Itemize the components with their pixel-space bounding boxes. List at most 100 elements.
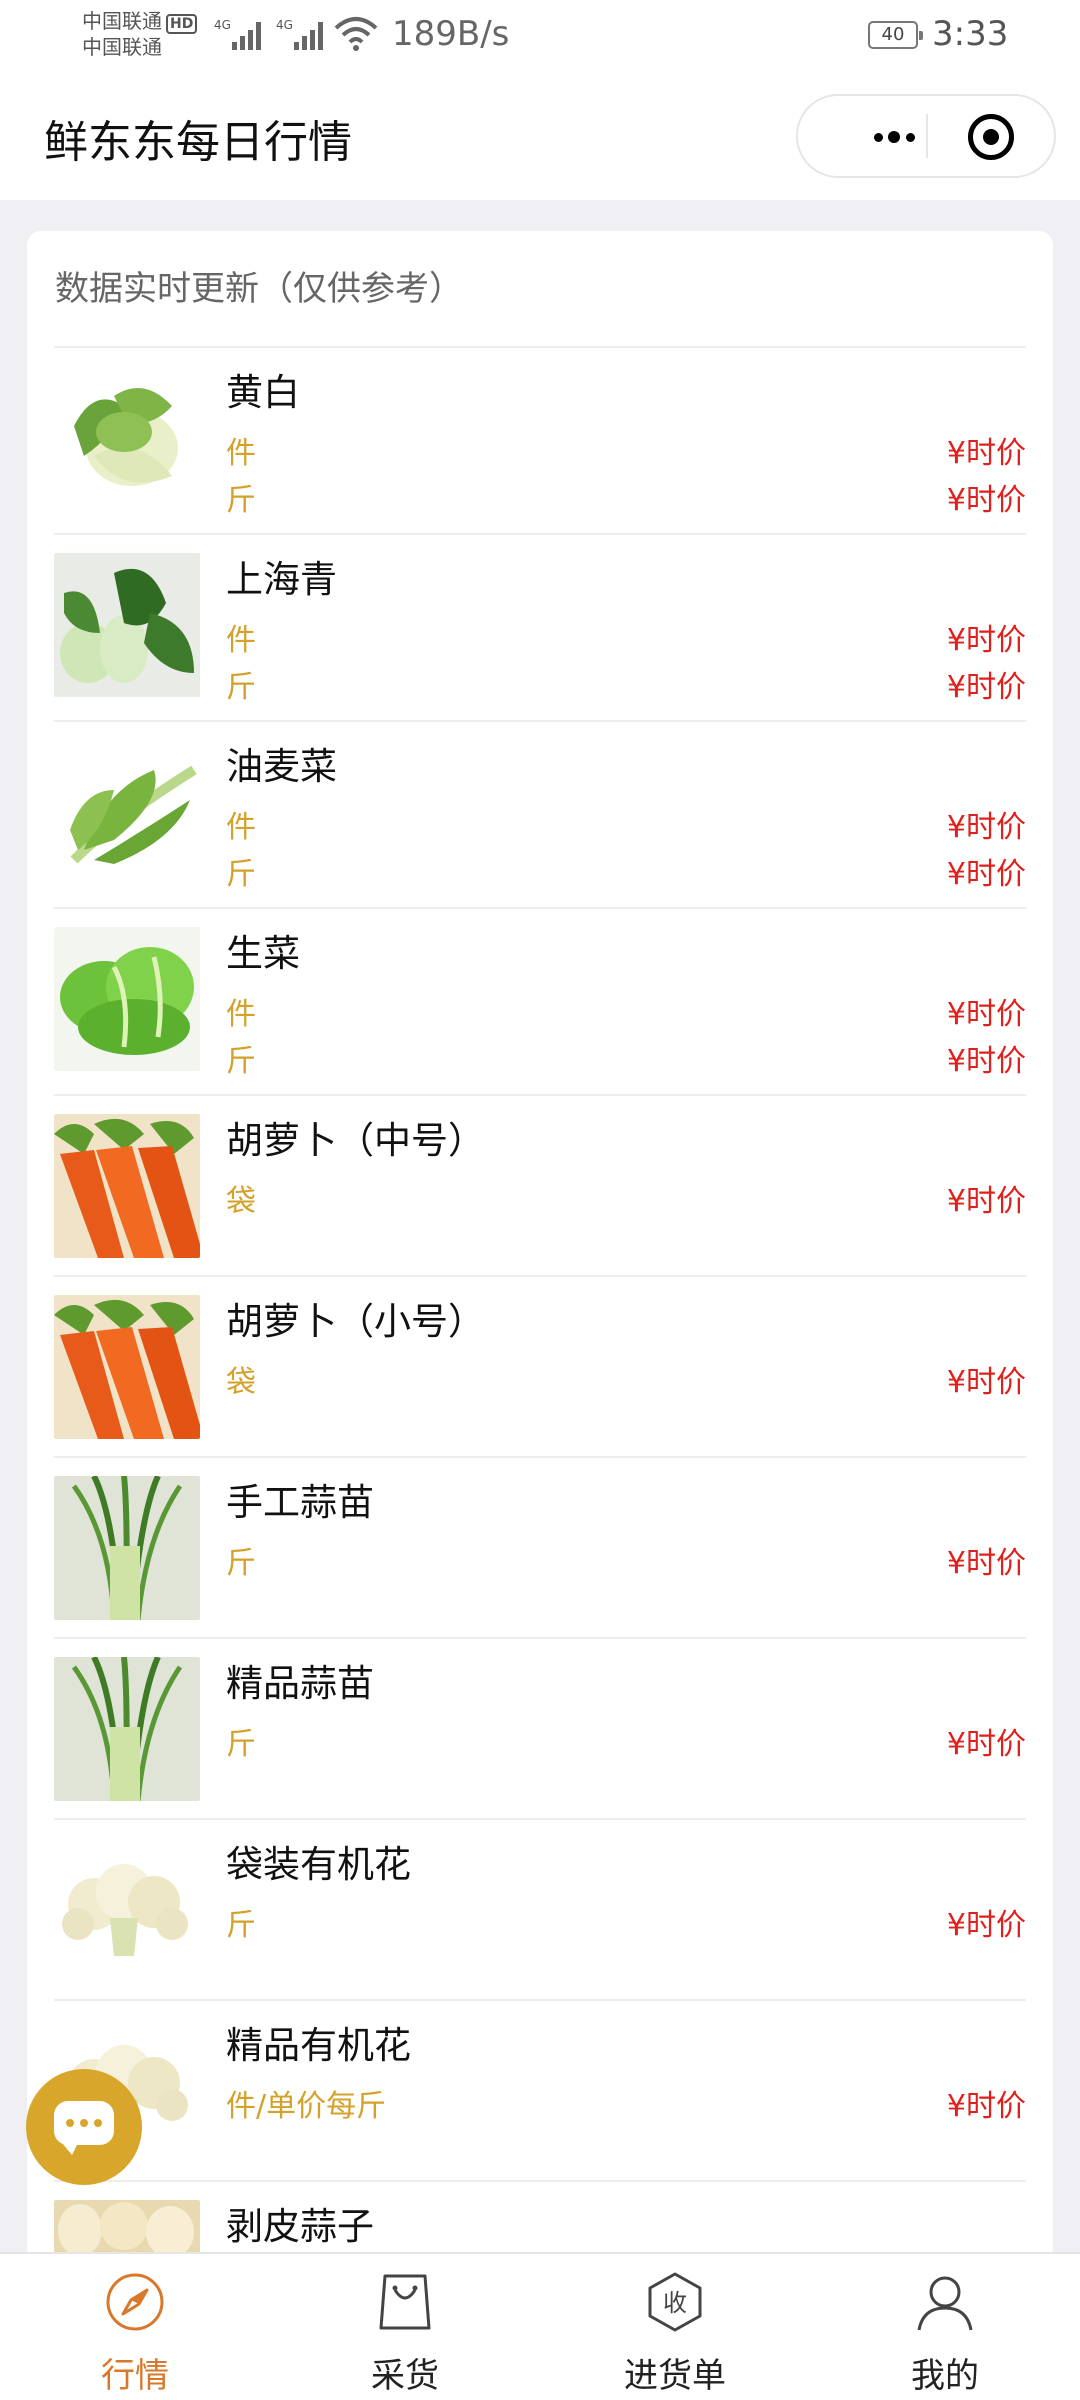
product-image-cauliflower: [54, 1838, 200, 1982]
more-options-button[interactable]: [838, 96, 934, 176]
customer-service-chat-button[interactable]: [26, 2069, 142, 2185]
price-label: ¥时价: [946, 2089, 1026, 2124]
signal-type-1: 4G: [214, 18, 231, 32]
unit-label: 斤: [226, 670, 256, 705]
close-mini-program-button[interactable]: [968, 114, 1014, 160]
product-image-lettuce: [54, 927, 200, 1071]
network-speed: 189B/s: [392, 14, 510, 54]
unit-label: 件: [226, 997, 256, 1032]
product-item[interactable]: 油麦菜 件 ¥时价 斤 ¥时价: [54, 722, 1026, 909]
product-name: 袋装有机花: [226, 1843, 411, 1886]
tab-order-list[interactable]: 收 进货单: [540, 2254, 810, 2400]
unit-label: 斤: [226, 1044, 256, 1079]
product-item[interactable]: 胡萝卜（小号） 袋 ¥时价: [54, 1277, 1026, 1458]
carrier-1: 中国联通: [82, 9, 162, 33]
price-label: ¥时价: [946, 623, 1026, 658]
clock: 3:33: [932, 14, 1009, 54]
product-name: 手工蒜苗: [226, 1481, 374, 1524]
product-name: 油麦菜: [226, 745, 337, 788]
product-item[interactable]: 生菜 件 ¥时价 斤 ¥时价: [54, 909, 1026, 1096]
carrier-info: 中国联通 HD 中国联通: [82, 8, 198, 60]
bottom-tab-bar: 行情 采货 收 进货单 我的: [0, 2252, 1080, 2400]
product-image-carrot: [54, 1114, 200, 1258]
page-title: 鲜东东每日行情: [44, 117, 352, 168]
unit-label: 件: [226, 810, 256, 845]
tab-profile[interactable]: 我的: [810, 2254, 1080, 2400]
product-image-garlic-sprouts: [54, 1657, 200, 1801]
product-image-napa-cabbage: [54, 366, 200, 510]
receipt-hexagon-icon: 收: [648, 2272, 702, 2332]
svg-text:收: 收: [663, 2289, 687, 2317]
price-label: ¥时价: [946, 1184, 1026, 1219]
unit-label: 斤: [226, 1908, 256, 1943]
chat-bubble-icon: [54, 2101, 114, 2155]
unit-label: 袋: [226, 1184, 256, 1219]
price-label: ¥时价: [946, 670, 1026, 705]
compass-icon: [106, 2273, 164, 2331]
tab-purchase[interactable]: 采货: [270, 2254, 540, 2400]
product-name: 胡萝卜（小号）: [226, 1300, 485, 1343]
product-item[interactable]: 胡萝卜（中号） 袋 ¥时价: [54, 1096, 1026, 1277]
battery-icon: 40: [868, 21, 923, 49]
product-item[interactable]: 手工蒜苗 斤 ¥时价: [54, 1458, 1026, 1639]
status-bar: 中国联通 HD 中国联通 4G 4G 189B/s 40 3:33: [0, 0, 1080, 70]
dot-icon: [906, 133, 915, 142]
price-label: ¥时价: [946, 857, 1026, 892]
product-image-garlic-sprouts: [54, 1476, 200, 1620]
product-name: 黄白: [226, 371, 300, 414]
product-name: 精品蒜苗: [226, 1662, 374, 1705]
unit-label: 斤: [226, 1727, 256, 1762]
tab-label: 采货: [371, 2356, 439, 2396]
product-item[interactable]: 上海青 件 ¥时价 斤 ¥时价: [54, 535, 1026, 722]
dot-icon: [888, 131, 900, 143]
product-item[interactable]: 黄白 件 ¥时价 斤 ¥时价: [54, 348, 1026, 535]
unit-label: 件: [226, 623, 256, 658]
price-label: ¥时价: [946, 1546, 1026, 1581]
unit-label: 斤: [226, 483, 256, 518]
carrier-2: 中国联通: [82, 35, 162, 59]
tab-label: 进货单: [624, 2356, 726, 2396]
product-name: 胡萝卜（中号）: [226, 1119, 485, 1162]
unit-label: 件: [226, 436, 256, 471]
product-name: 生菜: [226, 932, 300, 975]
mini-program-title-bar: 鲜东东每日行情: [0, 70, 1080, 200]
battery-level: 40: [881, 24, 905, 45]
tab-market[interactable]: 行情: [0, 2254, 270, 2400]
product-image-lettuce-stem: [54, 740, 200, 884]
user-icon: [917, 2276, 973, 2331]
price-label: ¥时价: [946, 436, 1026, 471]
product-name: 精品有机花: [226, 2024, 411, 2067]
unit-label: 斤: [226, 1546, 256, 1581]
price-label: ¥时价: [946, 1908, 1026, 1943]
wifi-icon: [334, 17, 378, 51]
product-name: 剥皮蒜子: [226, 2205, 374, 2248]
unit-label: 袋: [226, 1365, 256, 1400]
price-label: ¥时价: [946, 1727, 1026, 1762]
unit-label: 件/单价每斤: [226, 2089, 387, 2124]
product-item[interactable]: 袋装有机花 斤 ¥时价: [54, 1820, 1026, 2001]
product-item[interactable]: 精品有机花 件/单价每斤 ¥时价: [54, 2001, 1026, 2182]
signal-bars-1-icon: [232, 20, 266, 50]
price-label: ¥时价: [946, 1365, 1026, 1400]
tab-label: 我的: [911, 2356, 979, 2396]
tab-label: 行情: [101, 2356, 169, 2396]
mini-program-capsule: [796, 94, 1056, 178]
product-item[interactable]: 剥皮蒜子: [54, 2182, 1026, 2261]
product-image-bok-choy: [54, 553, 200, 697]
capsule-divider: [926, 114, 928, 158]
price-label: ¥时价: [946, 997, 1026, 1032]
signal-type-2: 4G: [276, 18, 293, 32]
dot-icon: [874, 133, 883, 142]
market-price-card: 数据实时更新（仅供参考） 黄白 件 ¥时价 斤 ¥时价 上海青 件 ¥时价 斤: [27, 231, 1053, 2261]
price-label: ¥时价: [946, 1044, 1026, 1079]
product-image-carrot: [54, 1295, 200, 1439]
product-name: 上海青: [226, 558, 337, 601]
signal-bars-2-icon: [294, 20, 328, 50]
hd-badge: HD: [166, 14, 198, 34]
card-header: 数据实时更新（仅供参考）: [55, 269, 463, 309]
unit-label: 斤: [226, 857, 256, 892]
product-item[interactable]: 精品蒜苗 斤 ¥时价: [54, 1639, 1026, 1820]
price-label: ¥时价: [946, 483, 1026, 518]
price-label: ¥时价: [946, 810, 1026, 845]
shopping-bag-icon: [379, 2274, 431, 2330]
